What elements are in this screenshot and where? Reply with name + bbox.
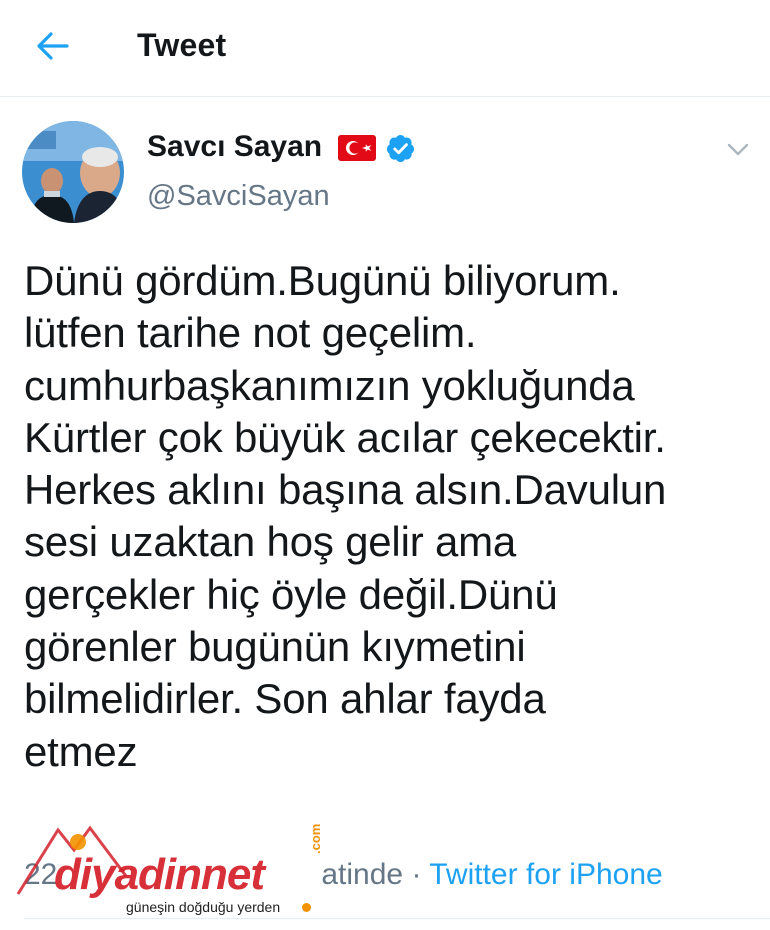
author-name[interactable]: Savcı Sayan [147,130,322,164]
arrow-left-icon [37,32,69,60]
header-divider [0,96,770,97]
watermark-slogan: güneşin doğduğu yerden [126,899,281,915]
page-title: Tweet [137,27,227,63]
avatar[interactable] [22,121,124,223]
verified-badge-icon [386,134,415,163]
tweet-options-button[interactable] [722,136,754,164]
author-handle[interactable]: @SavciSayan [147,180,330,213]
tweet-timestamp-suffix[interactable]: atinde [321,858,403,891]
meta-separator: · [411,858,422,891]
watermark-logo: diyadinnet .com güneşin doğduğu yerden [14,820,324,925]
chevron-down-icon [727,143,749,156]
turkey-flag-icon [338,135,376,161]
tweet-source-link[interactable]: Twitter for iPhone [429,858,662,891]
back-button[interactable] [30,26,74,66]
tweet-text: Dünü gördüm.Bugünü biliyorum. lütfen tar… [24,257,667,775]
watermark-dot [302,903,311,912]
watermark-name: diyadinnet [54,850,265,899]
watermark-tld: .com [308,823,323,854]
app-header: Tweet [0,0,770,96]
